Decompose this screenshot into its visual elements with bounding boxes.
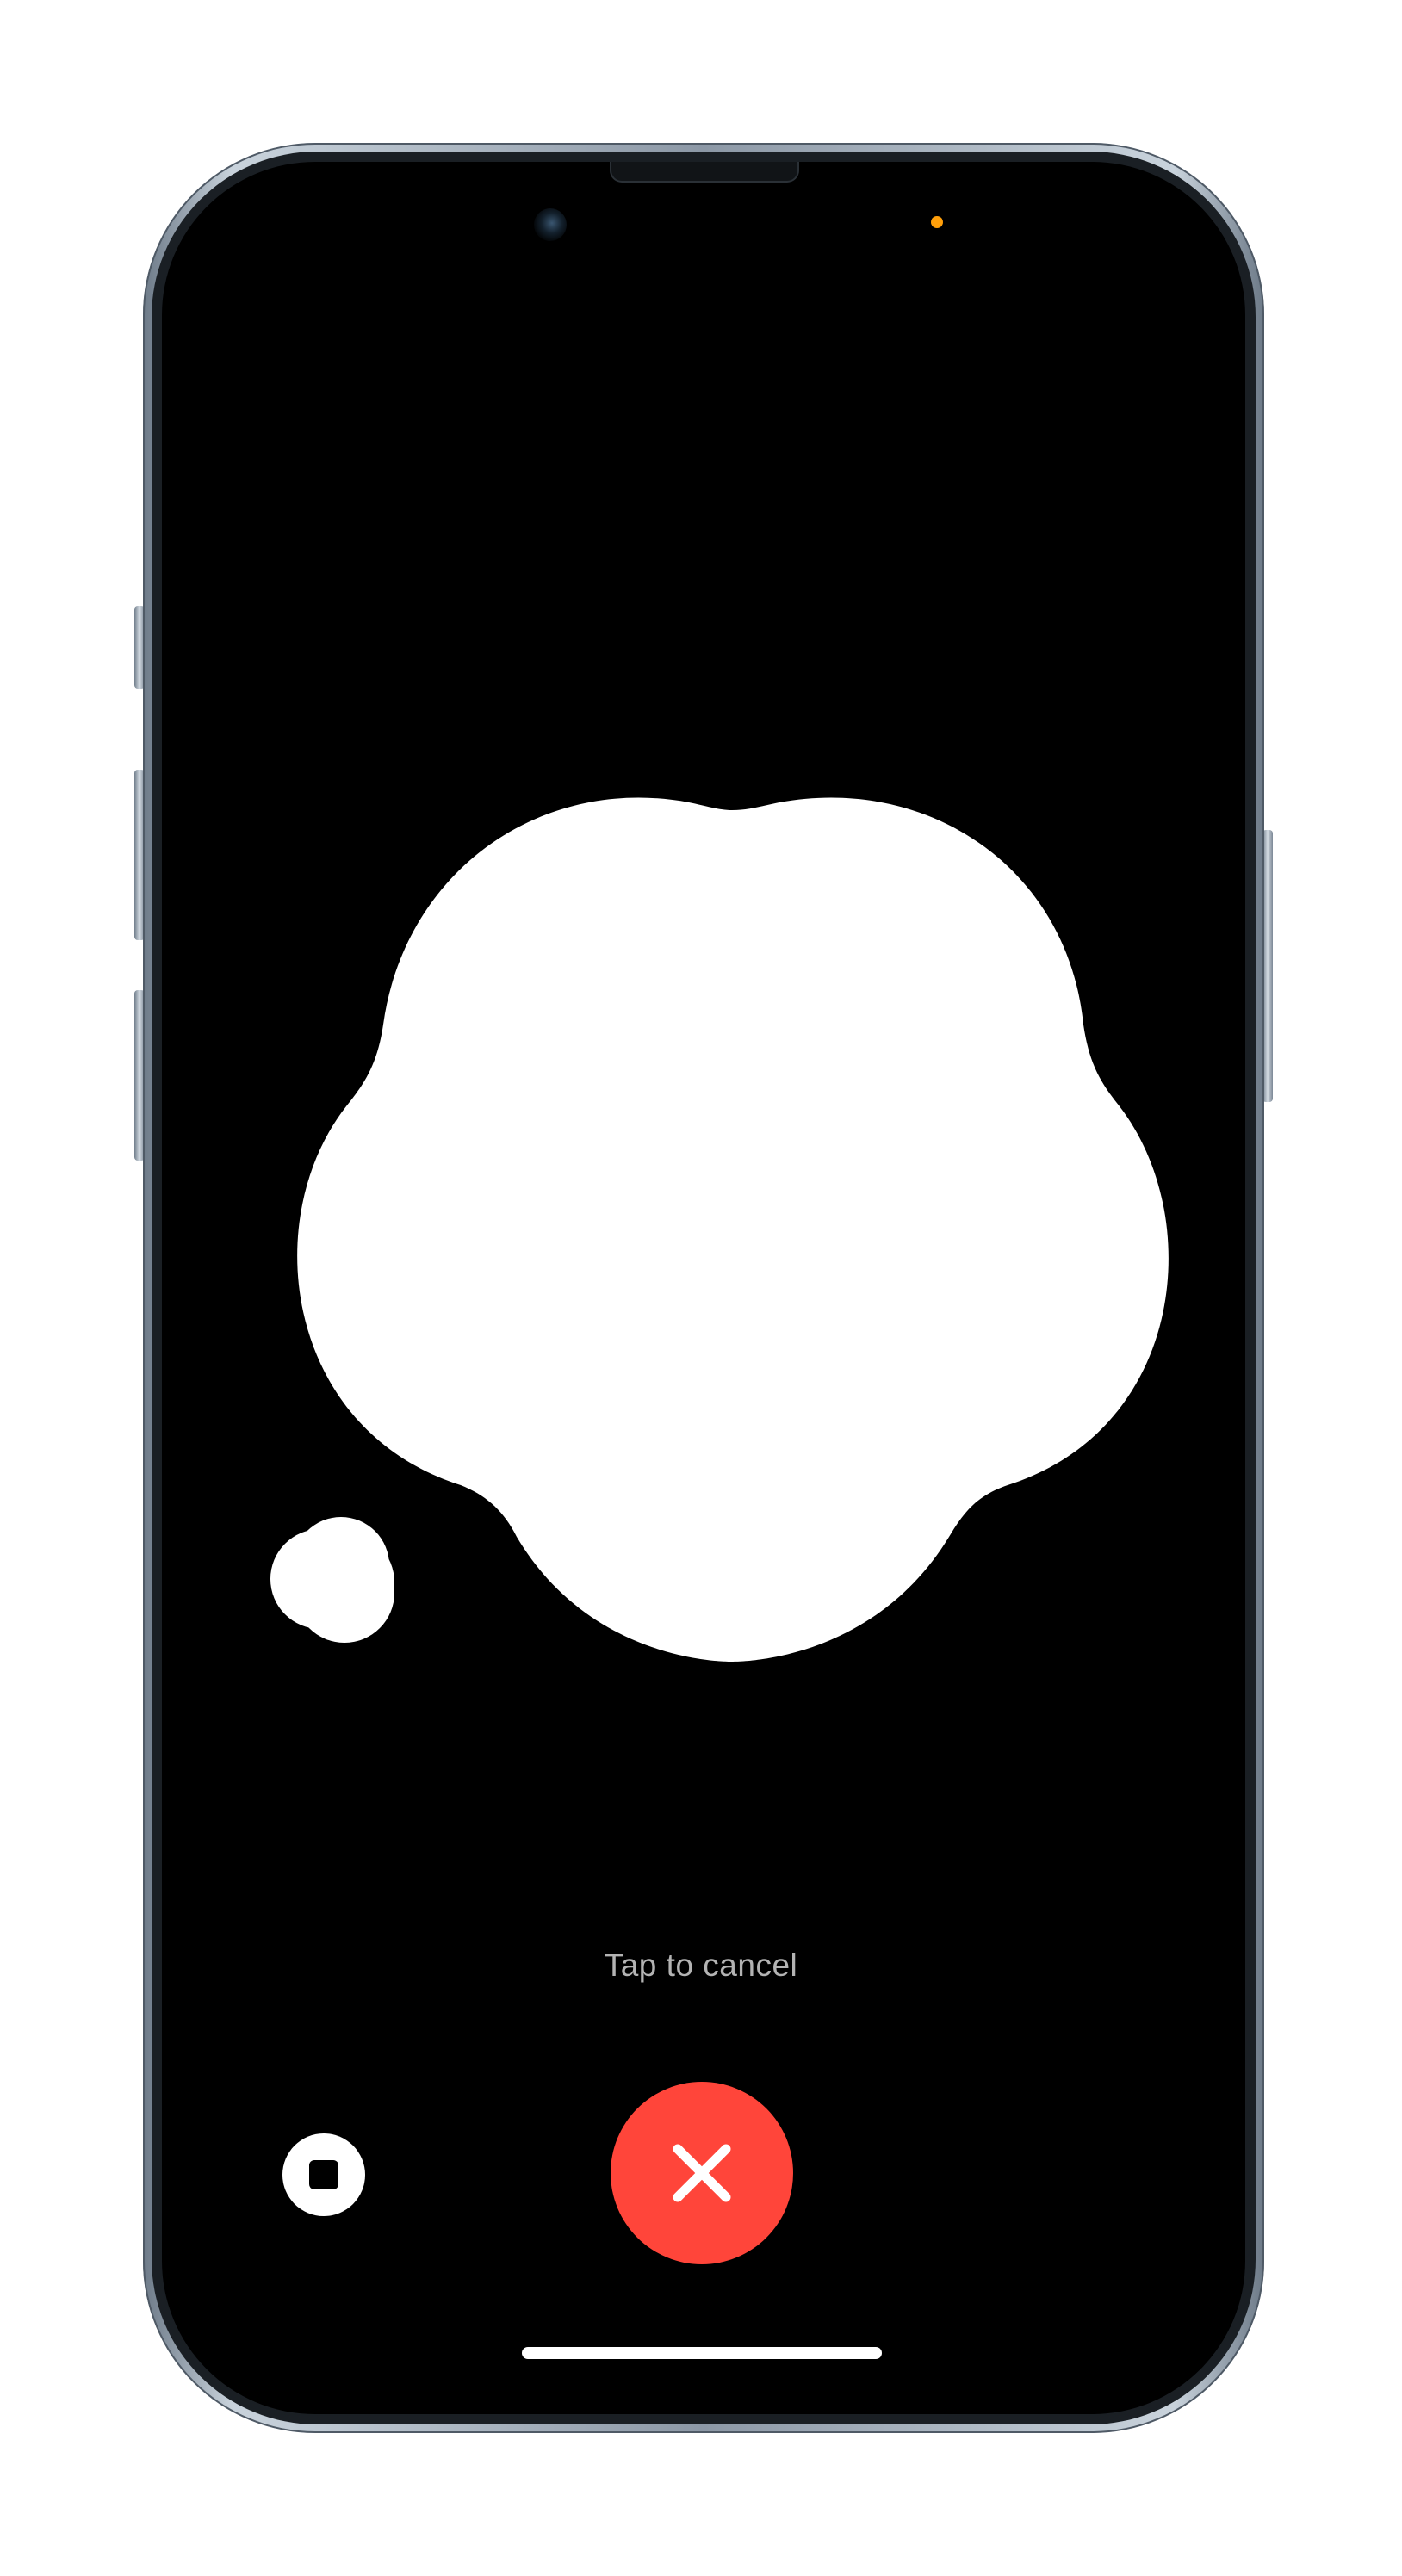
stop-icon (309, 2160, 338, 2189)
front-camera (534, 208, 567, 241)
stop-button[interactable] (282, 2133, 365, 2216)
cancel-button[interactable] (611, 2082, 793, 2264)
privacy-indicator-dot (931, 216, 943, 228)
home-indicator[interactable] (522, 2347, 882, 2359)
device-mockup: Tap to cancel (0, 0, 1402, 2576)
tap-to-cancel-label: Tap to cancel (604, 1947, 798, 1983)
close-icon (673, 2144, 731, 2202)
voice-recording-screen[interactable] (162, 162, 1245, 2414)
earpiece-speaker (610, 162, 799, 183)
